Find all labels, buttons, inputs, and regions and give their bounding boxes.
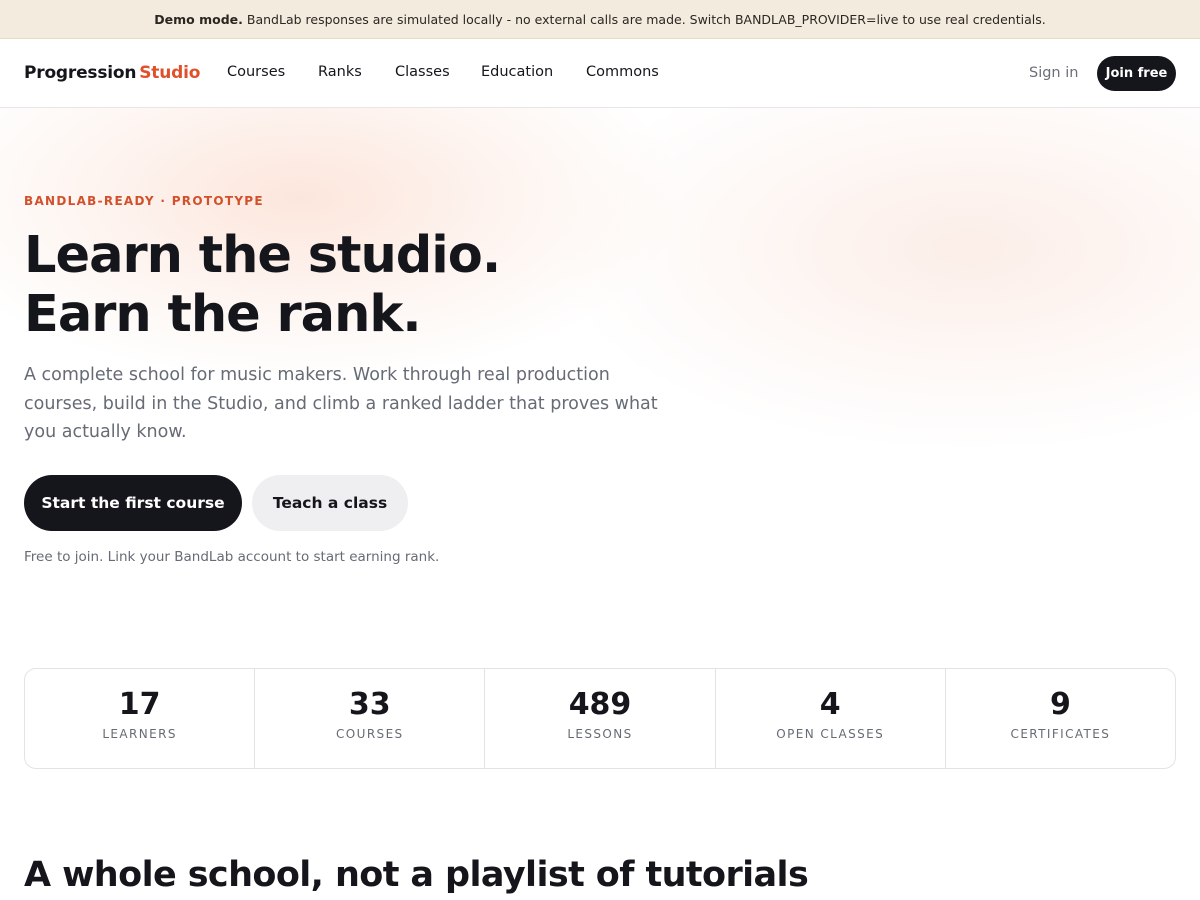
stat-value: 9 — [1049, 687, 1071, 722]
hero-eyebrow: BANDLAB-READY · PROTOTYPE — [24, 194, 264, 208]
nav-ranks[interactable]: Ranks — [318, 64, 395, 80]
stat-open-classes: 4 OPEN CLASSES — [716, 669, 946, 768]
nav-education[interactable]: Education — [481, 64, 586, 80]
stat-learners: 17 LEARNERS — [25, 669, 256, 768]
main-nav: Courses Ranks Classes Education Commons — [227, 64, 676, 80]
stat-value: 489 — [568, 687, 632, 722]
nav-classes[interactable]: Classes — [395, 64, 481, 80]
demo-mode-label: Demo mode. — [154, 11, 243, 27]
hero-description: A complete school for music makers. Work… — [24, 365, 658, 442]
stat-certificates: 9 CERTIFICATES — [946, 669, 1175, 768]
hero-section: BANDLAB-READY · PROTOTYPE Learn the stud… — [0, 108, 1200, 628]
stat-value: 4 — [819, 687, 841, 722]
teach-a-class-button[interactable]: Teach a class — [252, 475, 408, 531]
join-free-button[interactable]: Join free — [1097, 56, 1176, 91]
section-title: A whole school, not a playlist of tutori… — [24, 855, 809, 895]
site-header: Progression Studio Courses Ranks Classes … — [0, 39, 1200, 108]
stat-label: CERTIFICATES — [1010, 727, 1111, 741]
sign-in-link[interactable]: Sign in — [1029, 65, 1078, 81]
nav-courses[interactable]: Courses — [227, 64, 318, 80]
stat-label: LESSONS — [567, 727, 633, 741]
hero-note: Free to join. Link your BandLab account … — [24, 549, 440, 565]
hero-title-line-2: Earn the rank. — [24, 285, 422, 344]
brand-name: Progression — [24, 63, 137, 83]
nav-commons[interactable]: Commons — [586, 64, 676, 80]
hero-title: Learn the studio. Earn the rank. — [24, 226, 501, 344]
brand-accent: Studio — [139, 63, 201, 83]
brand-logo[interactable]: Progression Studio — [24, 63, 200, 83]
start-first-course-button[interactable]: Start the first course — [24, 475, 242, 531]
stat-courses: 33 COURSES — [255, 669, 486, 768]
stat-value: 33 — [348, 687, 391, 722]
hero-title-line-1: Learn the studio. — [24, 226, 501, 285]
stat-label: OPEN CLASSES — [776, 727, 885, 741]
demo-mode-banner: Demo mode. BandLab responses are simulat… — [0, 0, 1200, 39]
demo-mode-text: BandLab responses are simulated locally … — [246, 11, 1046, 27]
stat-lessons: 489 LESSONS — [485, 669, 716, 768]
stats-bar: 17 LEARNERS 33 COURSES 489 LESSONS 4 OPE… — [24, 668, 1176, 769]
stat-label: LEARNERS — [102, 727, 177, 741]
stat-label: COURSES — [336, 727, 404, 741]
stat-value: 17 — [118, 687, 161, 722]
